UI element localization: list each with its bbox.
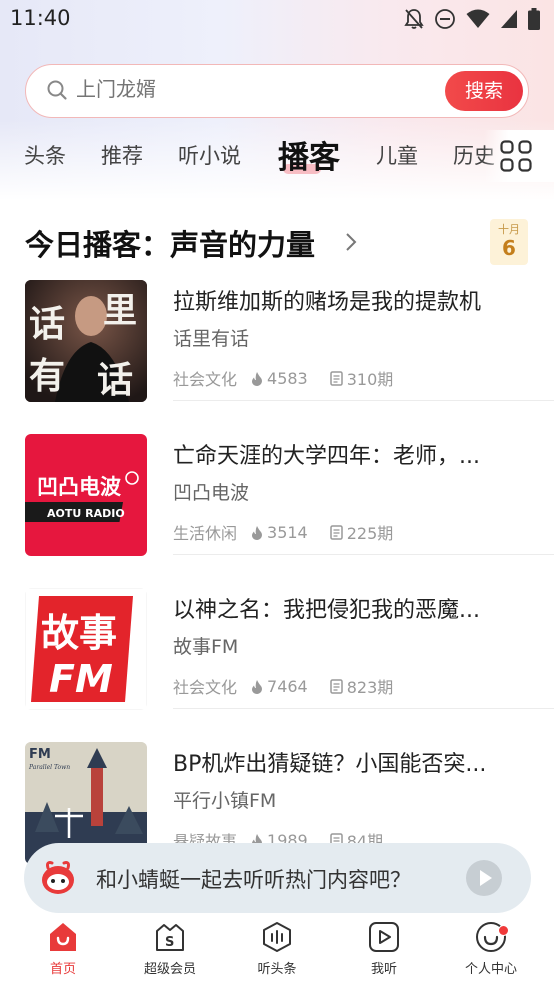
cellular-signal-icon: [501, 10, 517, 28]
search-icon: [47, 80, 67, 100]
vip-icon: S: [156, 924, 184, 951]
notification-dot: [498, 925, 509, 936]
status-bar: 11:40: [0, 0, 554, 40]
tab-recommended[interactable]: 推荐: [101, 140, 143, 170]
search-bar[interactable]: 搜索: [25, 64, 529, 118]
cover-art-aotu: 凹凸电波 AOTU RADIO: [25, 434, 147, 556]
podcast-cover-image[interactable]: 话 里 有 话: [25, 280, 147, 402]
list-divider: [173, 400, 554, 401]
svg-text:有: 有: [29, 355, 65, 397]
nav-item-vip[interactable]: S 超级会员: [115, 921, 225, 977]
cover-logo-text: 故事: [41, 611, 117, 655]
nav-label-home: 首页: [49, 962, 76, 977]
podcast-title: BP机炸出猜疑链？小国能否突...: [173, 752, 487, 777]
nav-item-my-listen[interactable]: 我听: [329, 921, 439, 977]
episodes-list-icon: [329, 678, 343, 694]
nav-item-headlines[interactable]: 听头条: [222, 921, 332, 977]
podcast-cover-image[interactable]: 故事 FM: [25, 588, 147, 710]
wifi-icon: [466, 9, 490, 28]
podcast-category: 社会文化: [173, 370, 238, 389]
podcast-cover-image[interactable]: 凹凸电波 AOTU RADIO: [25, 434, 147, 556]
notifications-off-icon: [404, 9, 424, 29]
home-icon: [50, 923, 76, 951]
svg-text:话: 话: [29, 303, 65, 345]
podcast-plays: 4583: [267, 368, 308, 388]
mini-player-text: 和小蜻蜓一起去听听热门内容吧？: [96, 868, 411, 892]
podcast-list-item[interactable]: 故事 FM 以神之名：我把侵犯我的恶魔... 故事FM 社会文化 7464 82…: [0, 588, 554, 742]
play-button[interactable]: [466, 860, 502, 896]
status-icons: [404, 8, 540, 30]
bottom-navigation: 首页 S 超级会员 听头条 我听 个人中心: [0, 913, 554, 985]
nav-item-home[interactable]: 首页: [8, 921, 118, 977]
episodes-list-icon: [329, 524, 343, 540]
fire-icon: [252, 525, 263, 540]
fire-icon: [252, 679, 263, 694]
podcast-plays: 7464: [267, 676, 308, 696]
battery-icon: [528, 8, 540, 30]
calendar-month: 十月: [498, 223, 520, 236]
podcast-plays: 3514: [267, 522, 308, 542]
nav-item-profile[interactable]: 个人中心: [436, 921, 546, 977]
podcast-meta: 生活休闲 3514 225期: [173, 520, 415, 544]
podcast-category: 社会文化: [173, 678, 238, 697]
category-tabs: 头条 推荐 听小说 播客 儿童 历史: [0, 130, 554, 182]
cover-art-gushi-fm: 故事 FM: [25, 588, 147, 710]
svg-text:里: 里: [103, 291, 137, 331]
podcast-title: 以神之名：我把侵犯我的恶魔...: [173, 598, 480, 623]
status-time: 11:40: [10, 6, 71, 30]
tab-headlines[interactable]: 头条: [24, 140, 66, 170]
podcast-list-item[interactable]: 凹凸电波 AOTU RADIO 亡命天涯的大学四年：老师，... 凹凸电波 生活…: [0, 434, 554, 588]
svg-text:S: S: [165, 935, 174, 950]
podcast-category: 生活休闲: [173, 524, 238, 543]
podcast-author: 凹凸电波: [173, 482, 250, 504]
cover-logo-subtext: AOTU RADIO: [47, 507, 125, 520]
tab-podcasts[interactable]: 播客: [278, 132, 340, 177]
play-icon: [480, 870, 492, 886]
podcast-author: 话里有话: [173, 328, 250, 350]
podcast-meta: 社会文化 7464 823期: [173, 674, 415, 698]
do-not-disturb-icon: [435, 9, 455, 29]
calendar-day: 6: [502, 236, 516, 260]
cover-art-huali: 话 里 有 话: [25, 280, 147, 402]
section-title[interactable]: 今日播客：声音的力量: [25, 222, 315, 264]
list-divider: [173, 708, 554, 709]
svg-text:话: 话: [97, 359, 133, 401]
nav-label-my-listen: 我听: [370, 962, 397, 977]
list-divider: [173, 554, 554, 555]
date-calendar-badge: 十月 6: [490, 219, 528, 265]
podcast-title: 亡命天涯的大学四年：老师，...: [173, 444, 480, 469]
search-input[interactable]: [76, 77, 436, 101]
podcast-meta: 社会文化 4583 310期: [173, 366, 415, 390]
chevron-right-icon[interactable]: [345, 232, 357, 252]
fire-icon: [252, 371, 263, 386]
podcast-episodes: 225期: [346, 524, 394, 543]
podcast-episodes: 823期: [346, 678, 394, 697]
episodes-list-icon: [329, 370, 343, 386]
tab-children[interactable]: 儿童: [376, 140, 418, 170]
cover-logo-subtext: Parallel Town: [28, 764, 70, 771]
cover-logo-subtext: FM: [49, 657, 113, 701]
all-categories-grid-icon[interactable]: [500, 140, 532, 172]
dragonfly-mascot-icon: [42, 861, 74, 894]
search-button[interactable]: 搜索: [445, 71, 523, 111]
cover-logo-text: 凹凸电波: [37, 475, 122, 499]
podcast-author: 故事FM: [173, 636, 239, 658]
my-listen-icon: [369, 922, 399, 952]
podcast-author: 平行小镇FM: [173, 790, 277, 812]
podcast-episodes: 310期: [346, 370, 394, 389]
mini-player-bar[interactable]: 和小蜻蜓一起去听听热门内容吧？: [24, 843, 531, 913]
podcast-list-item[interactable]: 话 里 有 话 拉斯维加斯的赌场是我的提款机 话里有话 社会文化 4583 31…: [0, 280, 554, 434]
nav-label-profile: 个人中心: [464, 962, 517, 977]
headline-icon: [263, 922, 291, 952]
podcast-title: 拉斯维加斯的赌场是我的提款机: [173, 290, 482, 315]
tab-novels[interactable]: 听小说: [178, 140, 241, 170]
nav-label-vip: 超级会员: [143, 962, 196, 977]
cover-logo-text: FM: [29, 747, 51, 762]
nav-label-headlines: 听头条: [257, 962, 297, 977]
